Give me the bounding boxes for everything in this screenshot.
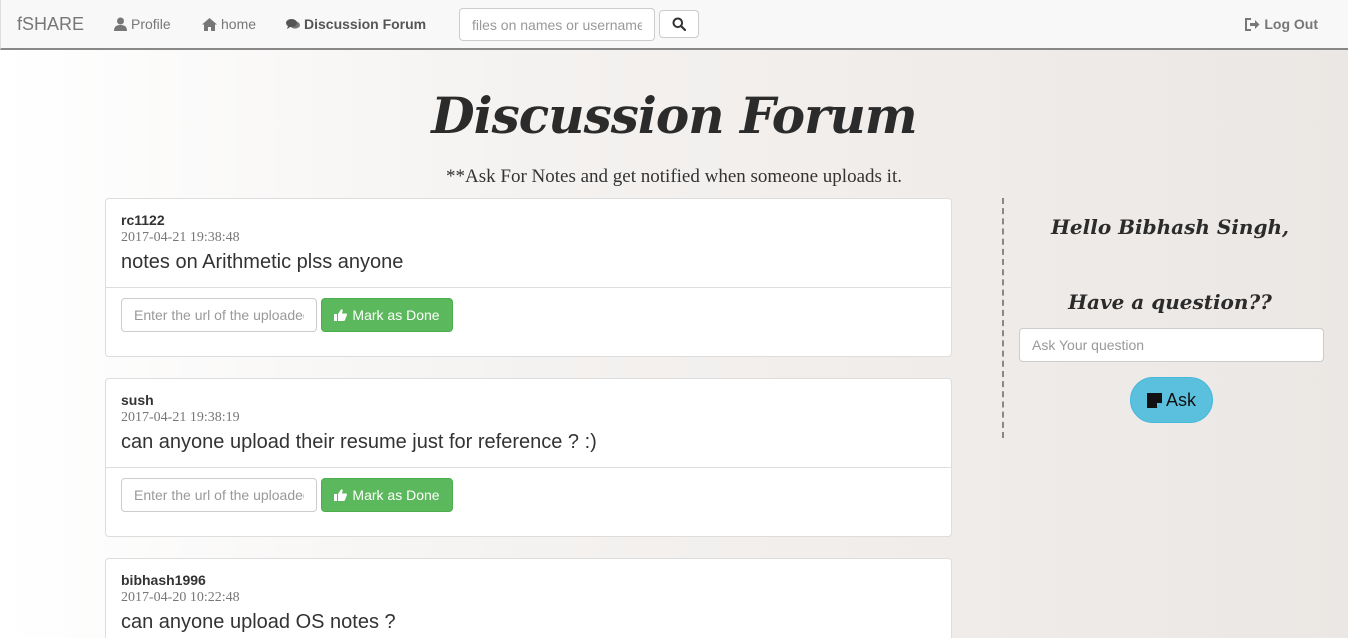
post-date: 2017-04-21 19:38:19 (121, 410, 240, 425)
file-url-input[interactable] (121, 298, 317, 332)
post-date: 2017-04-20 10:22:48 (121, 590, 240, 605)
mark-as-done-button[interactable]: Mark as Done (321, 478, 453, 512)
thumbs-up-icon (334, 489, 348, 501)
ask-button[interactable]: Ask (1130, 377, 1213, 423)
forum-post: rc1122 2017-04-21 19:38:48 notes on Arit… (105, 198, 952, 357)
post-question: notes on Arithmetic plss anyone (121, 251, 404, 273)
ask-question-input[interactable] (1019, 328, 1324, 362)
search-icon (672, 17, 686, 31)
nav-home-label: home (221, 16, 257, 32)
post-username: bibhash1996 (121, 572, 206, 588)
mark-as-done-button[interactable]: Mark as Done (321, 298, 453, 332)
nav-forum-link[interactable]: Discussion Forum (286, 16, 426, 32)
post-question: can anyone upload their resume just for … (121, 431, 597, 453)
nav-home-link[interactable]: home (202, 16, 256, 32)
sidebar-divider (1002, 198, 1004, 438)
post-actions: Mark as Done (106, 468, 951, 536)
page-title: Discussion Forum (431, 86, 917, 145)
logout-link[interactable]: Log Out (1245, 16, 1318, 32)
post-question: can anyone upload OS notes ? (121, 611, 396, 633)
brand-link[interactable]: fSHARE (17, 14, 84, 35)
post-header: bibhash1996 2017-04-20 10:22:48 can anyo… (106, 559, 951, 638)
file-url-input[interactable] (121, 478, 317, 512)
post-date: 2017-04-21 19:38:48 (121, 230, 240, 245)
page-subtitle: **Ask For Notes and get notified when so… (0, 166, 1348, 188)
user-icon (114, 17, 127, 31)
home-icon (202, 17, 217, 31)
post-username: sush (121, 392, 154, 408)
forum-post: sush 2017-04-21 19:38:19 can anyone uplo… (105, 378, 952, 537)
logout-icon (1245, 17, 1260, 31)
comments-icon (286, 19, 300, 29)
nav-forum-label: Discussion Forum (304, 16, 427, 32)
nav-profile-link[interactable]: Profile (114, 16, 171, 32)
logout-label: Log Out (1264, 16, 1318, 32)
post-header: sush 2017-04-21 19:38:19 can anyone uplo… (106, 379, 951, 468)
nav-profile-label: Profile (131, 16, 171, 32)
question-heading: Have a question?? (1068, 290, 1272, 314)
navbar: fSHARE Profile home Discussion Forum Log… (0, 0, 1348, 50)
search-input[interactable] (459, 8, 655, 41)
greeting: Hello Bibhash Singh, (1051, 215, 1289, 239)
search-button[interactable] (659, 10, 699, 38)
forum-post: bibhash1996 2017-04-20 10:22:48 can anyo… (105, 558, 952, 638)
post-username: rc1122 (121, 212, 165, 228)
thumbs-up-icon (334, 309, 348, 321)
post-actions: Mark as Done (106, 288, 951, 356)
post-header: rc1122 2017-04-21 19:38:48 notes on Arit… (106, 199, 951, 288)
ask-label: Ask (1165, 389, 1196, 410)
sticky-note-icon (1146, 392, 1162, 408)
mark-as-done-label: Mark as Done (352, 307, 440, 323)
subtitle-text: **Ask For Notes and get notified when so… (446, 166, 902, 187)
mark-as-done-label: Mark as Done (352, 487, 440, 503)
